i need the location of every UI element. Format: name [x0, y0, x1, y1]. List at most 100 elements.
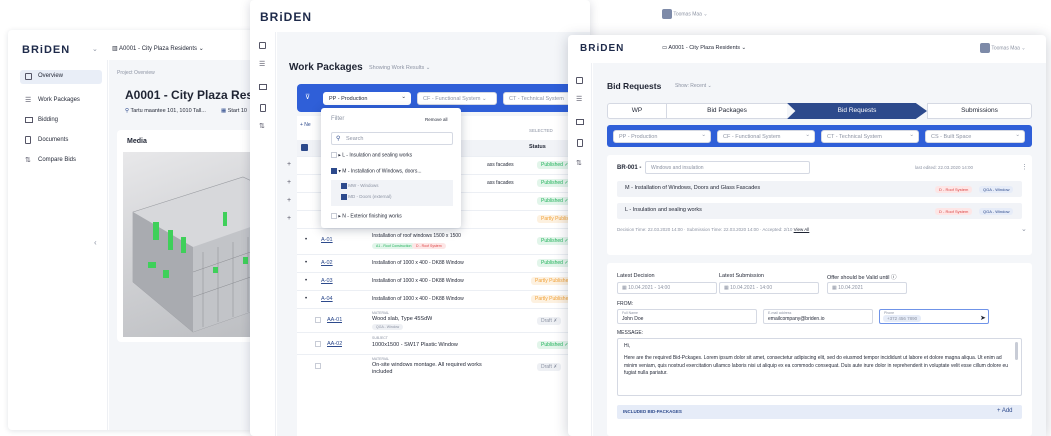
latest-submission-label: Latest Submission [719, 273, 764, 279]
add-new-button[interactable]: + Ne [300, 122, 311, 128]
column-header-status[interactable]: Status [529, 144, 546, 150]
step-bid-packages[interactable]: Bid Packages [667, 103, 787, 119]
expand-icon[interactable]: + [287, 197, 291, 204]
latest-decision-field[interactable]: ▦ 10.04.2021 - 14:00 [617, 282, 717, 294]
table-row[interactable]: • A-02 Installation of 1000 x 400 - DK88… [297, 254, 590, 272]
row-code[interactable]: A-03 [321, 278, 333, 284]
document-icon [25, 136, 31, 144]
email-field[interactable]: E-mail address emailcompany@briden.io [763, 309, 873, 324]
row-code[interactable]: AA-01 [327, 317, 342, 323]
full-name-field[interactable]: Full Name John Doe [617, 309, 757, 324]
checkbox-checked[interactable] [341, 183, 347, 189]
filter-production[interactable]: PP - Production ⌄ [613, 130, 711, 143]
checkbox[interactable] [331, 152, 337, 158]
table-row[interactable]: AA-02 SUBJECT 1000x1500 - SW17 Plastic W… [297, 332, 590, 354]
filter-built-space[interactable]: CS - Built Space ⌄ [925, 130, 1025, 143]
status-badge: Draft ✗ [537, 363, 562, 371]
tree-item-m[interactable]: ▾ M - Installation of Windows, doors... [331, 168, 456, 178]
overview-icon[interactable] [259, 42, 266, 49]
expand-icon[interactable]: + [287, 179, 291, 186]
row-code[interactable]: A-01 [321, 237, 333, 243]
table-row[interactable]: • A-01 Installation of roof windows 1500… [297, 228, 590, 254]
compare-icon[interactable]: ⇅ [576, 159, 582, 167]
sidebar-item-compare-bids[interactable]: ⇅ Compare Bids [20, 154, 102, 168]
bid-request-card: BR-001 - Windows and insulation last edi… [607, 155, 1032, 255]
start-date: ▦ Start 10 [221, 108, 247, 114]
step-wp[interactable]: WP [607, 103, 667, 119]
chevron-down-icon[interactable]: ⌄ [92, 45, 98, 53]
search-input[interactable]: ⚲ Search [331, 132, 453, 145]
checkbox[interactable] [331, 213, 337, 219]
expand-icon[interactable]: + [287, 161, 291, 168]
sidebar-item-overview[interactable]: Overview [20, 70, 102, 84]
chevron-down-icon[interactable]: ⌄ [1021, 225, 1027, 233]
tree-item-md[interactable]: MD - Doors (external) [341, 194, 392, 200]
sidebar-item-work-packages[interactable]: ☰ Work Packages [20, 94, 102, 108]
phone-field[interactable]: Phone +372 456 7890 ➤ [879, 309, 989, 324]
sidebar-item-bidding[interactable]: Bidding [20, 114, 102, 128]
table-row[interactable]: • A-04 Installation of 1000 x 400 - DK88… [297, 290, 590, 308]
bidding-icon[interactable] [576, 119, 584, 125]
selected-label: SELECTED [529, 128, 553, 133]
address: ⚲ Tartu maantee 101, 1010 Tall... [125, 108, 206, 114]
request-name-input[interactable]: Windows and insulation [645, 161, 810, 174]
view-all-link[interactable]: View All [794, 227, 810, 232]
tree-item-l[interactable]: ▸ L - Insulation and sealing works [331, 152, 456, 162]
user-menu[interactable]: Toomas Maa ⌄ [662, 9, 708, 19]
package-item[interactable]: L - Insulation and sealing works D - Roo… [617, 203, 1022, 219]
row-checkbox[interactable] [315, 317, 321, 323]
filter-production[interactable]: PP - Production ⌄ [323, 92, 411, 105]
showing-selector[interactable]: Showing Work Results ⌄ [369, 65, 430, 71]
add-package-button[interactable]: + Add [997, 408, 1013, 414]
checkbox-checked[interactable] [341, 194, 347, 200]
sidebar-item-documents[interactable]: Documents [20, 134, 102, 148]
checkbox-checked[interactable] [331, 168, 337, 174]
tree-item-mw[interactable]: MW - Windows [341, 183, 379, 189]
row-code[interactable]: A-04 [321, 296, 333, 302]
list-icon[interactable]: ☰ [259, 60, 265, 68]
message-body: Here are the required Bid-Pckages. Lorem… [624, 355, 1009, 376]
document-icon[interactable] [260, 104, 266, 112]
breadcrumb[interactable]: Project Overview [117, 70, 155, 76]
overview-icon[interactable] [576, 77, 583, 84]
expand-icon[interactable]: + [287, 215, 291, 222]
more-menu-icon[interactable]: ⋮ [1021, 163, 1028, 171]
filter-functional[interactable]: CF - Functional System ⌄ [717, 130, 815, 143]
info-icon[interactable]: ⓘ [891, 275, 897, 281]
bidding-icon[interactable] [259, 84, 267, 90]
table-row[interactable]: • A-03 Installation of 1000 x 400 - DK88… [297, 272, 590, 290]
caret-right-icon: ▸ [338, 152, 341, 159]
scrollbar[interactable] [1015, 342, 1018, 360]
tree-item-n[interactable]: ▸ N - Exterior finishing works [331, 213, 456, 223]
logo: BRiDEN [580, 43, 625, 54]
step-bid-requests[interactable]: Bid Requests [787, 103, 927, 119]
filter-icon[interactable]: ⊽ [305, 93, 310, 101]
project-selector[interactable]: ▥ A0001 - City Plaza Residents ⌄ [112, 45, 204, 52]
valid-until-field[interactable]: ▦ 10.04.2021 [827, 282, 907, 294]
filter-technical[interactable]: CT - Technical System ⌄ [821, 130, 919, 143]
tag: D - Roof System [935, 208, 973, 215]
show-selector[interactable]: Show: Recent ⌄ [675, 83, 712, 89]
package-item[interactable]: M - Installation of Windows, Doors and G… [617, 181, 1022, 197]
latest-submission-field[interactable]: ▦ 10.04.2021 - 14:00 [719, 282, 819, 294]
header-checkbox[interactable] [301, 144, 308, 151]
row-desc: Installation of 1000 x 400 - DK88 Window [372, 260, 464, 266]
user-menu[interactable]: Toomas Maa ⌄ [980, 43, 1026, 53]
tag: QGA - Window [979, 208, 1014, 215]
row-code[interactable]: AA-02 [327, 341, 342, 347]
filter-functional[interactable]: CF - Functional System ⌄ [417, 92, 497, 105]
list-icon[interactable]: ☰ [576, 95, 582, 103]
collapse-chevron-icon[interactable]: ‹ [94, 238, 97, 247]
message-textarea[interactable]: Hi, Here are the required Bid-Pckages. L… [617, 338, 1022, 396]
project-selector[interactable]: ▭ A0001 - City Plaza Residents ⌄ [662, 45, 746, 51]
document-icon[interactable] [577, 139, 583, 147]
row-checkbox[interactable] [315, 363, 321, 369]
remove-all-button[interactable]: Remove all [425, 117, 448, 122]
compare-icon[interactable]: ⇅ [259, 122, 265, 130]
chevron-down-icon: ⌄ [401, 94, 406, 100]
table-row[interactable]: MATERIAL On-site windows montage. All re… [297, 354, 590, 380]
table-row[interactable]: AA-01 MATERIAL Wood slab, Type 45SdW QGA… [297, 308, 590, 332]
step-submissions[interactable]: Submissions [927, 103, 1032, 119]
row-checkbox[interactable] [315, 341, 321, 347]
row-code[interactable]: A-02 [321, 260, 333, 266]
